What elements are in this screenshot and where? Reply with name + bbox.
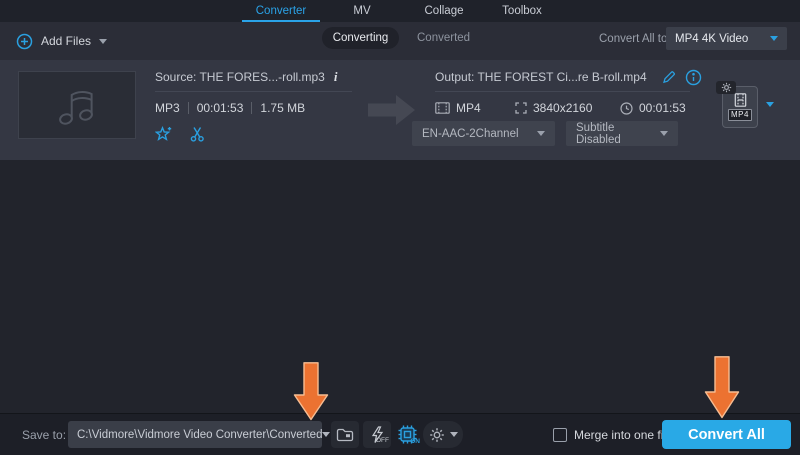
tab-mv[interactable]: MV [320, 0, 404, 22]
pencil-icon [662, 70, 676, 84]
cut-button[interactable] [189, 126, 206, 142]
hardware-acceleration-button[interactable]: OFF [363, 421, 391, 448]
bottom-bar: Save to: C:\Vidmore\Vidmore Video Conver… [0, 413, 800, 455]
subtitle-dropdown[interactable]: Subtitle Disabled [566, 121, 678, 146]
gpu-acceleration-button[interactable]: ON [395, 421, 419, 448]
output-format: MP4 [456, 101, 481, 115]
file-list-empty-area [0, 160, 800, 413]
add-circle-icon [16, 33, 33, 50]
save-path-value: C:\Vidmore\Vidmore Video Converter\Conve… [77, 429, 322, 441]
save-path-input[interactable]: C:\Vidmore\Vidmore Video Converter\Conve… [68, 421, 322, 448]
converting-label: Converting [333, 32, 389, 44]
app-window: Converter MV Collage Toolbox Add Files C… [0, 0, 800, 455]
rename-output-button[interactable] [662, 70, 676, 84]
convert-all-button[interactable]: Convert All [662, 420, 791, 449]
converted-label: Converted [417, 32, 470, 44]
add-files-label: Add Files [41, 34, 91, 48]
convert-all-to-dropdown[interactable]: MP4 4K Video [666, 27, 787, 50]
chevron-down-icon [660, 131, 668, 136]
gear-icon [429, 427, 445, 443]
tab-converted[interactable]: Converted [417, 27, 470, 49]
meta-separator [251, 102, 252, 114]
source-divider [155, 91, 352, 92]
output-divider [435, 91, 690, 92]
gear-icon [721, 82, 732, 93]
star-effect-icon [155, 126, 172, 142]
source-info-panel: Source: THE FORES...-roll.mp3 i MP3 00:0… [155, 68, 352, 142]
tab-converter[interactable]: Converter [242, 0, 320, 22]
music-note-icon [55, 82, 99, 128]
merge-checkbox[interactable] [553, 428, 567, 442]
scissors-icon [189, 126, 206, 142]
tab-collage-label: Collage [425, 5, 464, 17]
output-filename: Output: THE FOREST Ci...re B-roll.mp4 [435, 70, 647, 84]
film-icon [733, 93, 748, 107]
conversion-flow-arrow-icon [368, 94, 416, 126]
output-resolution: 3840x2160 [533, 101, 592, 115]
toolbar: Add Files Converting Converted Convert A… [0, 22, 800, 60]
output-duration: 00:01:53 [639, 101, 686, 115]
clock-icon [620, 102, 633, 115]
format-badge: MP4 [728, 109, 752, 121]
audio-track-value: EN-AAC-2Channel [422, 128, 519, 140]
tab-collage[interactable]: Collage [404, 0, 484, 22]
chevron-down-icon [537, 131, 545, 136]
tab-mv-label: MV [353, 5, 370, 17]
source-info-icon[interactable]: i [334, 69, 338, 85]
subtitle-value: Subtitle Disabled [576, 122, 660, 146]
tab-converting[interactable]: Converting [322, 27, 399, 49]
chevron-down-icon [770, 36, 778, 41]
main-tab-bar: Converter MV Collage Toolbox [0, 0, 800, 22]
tab-toolbox[interactable]: Toolbox [484, 0, 560, 22]
edit-effects-button[interactable] [155, 126, 172, 142]
source-filename: Source: THE FORES...-roll.mp3 [155, 70, 325, 84]
convert-all-to-label: Convert All to: [599, 27, 671, 50]
info-circle-icon [685, 69, 702, 86]
file-list-item: Source: THE FORES...-roll.mp3 i MP3 00:0… [0, 60, 800, 160]
source-filesize: 1.75 MB [260, 101, 305, 115]
profile-settings-button[interactable] [716, 81, 736, 94]
folder-icon [336, 428, 354, 442]
save-to-label: Save to: [22, 414, 66, 455]
audio-track-dropdown[interactable]: EN-AAC-2Channel [412, 121, 555, 146]
resolution-expand-icon [515, 102, 527, 114]
source-duration: 00:01:53 [197, 101, 244, 115]
source-format: MP3 [155, 101, 180, 115]
convert-all-to-value: MP4 4K Video [675, 33, 748, 45]
film-icon [435, 102, 450, 114]
tab-toolbox-label: Toolbox [502, 5, 542, 17]
hw-off-label: OFF [376, 437, 389, 444]
gpu-on-label: ON [410, 438, 420, 445]
settings-button[interactable] [423, 421, 463, 448]
output-info-button[interactable] [685, 69, 702, 86]
convert-all-label: Convert All [688, 427, 765, 443]
save-path-caret-icon[interactable] [322, 432, 330, 437]
file-thumbnail [18, 71, 136, 139]
merge-label[interactable]: Merge into one file [574, 428, 673, 442]
profile-caret-icon[interactable] [766, 102, 774, 107]
output-info-panel: Output: THE FOREST Ci...re B-roll.mp4 [435, 68, 690, 115]
meta-separator [188, 102, 189, 114]
tab-converter-label: Converter [256, 5, 307, 17]
open-folder-button[interactable] [331, 421, 359, 448]
settings-caret-icon [450, 432, 458, 437]
add-files-caret-icon[interactable] [99, 39, 107, 44]
add-files-button[interactable]: Add Files [16, 30, 107, 52]
